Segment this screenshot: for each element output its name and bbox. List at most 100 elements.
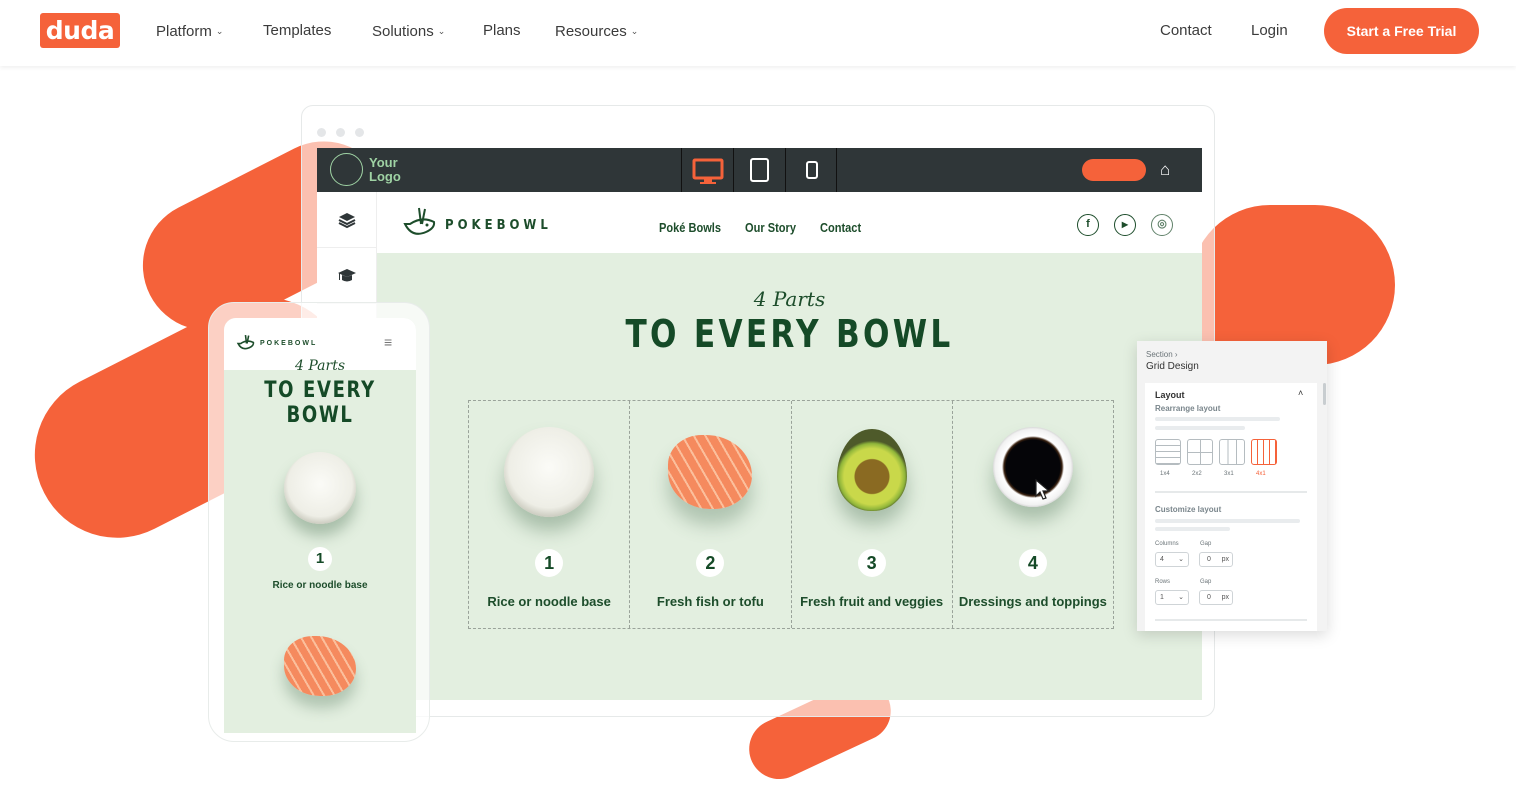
top-navigation: duda Platform ⌄ Templates Solutions ⌄ Plan… xyxy=(0,0,1516,66)
placeholder-bar xyxy=(1155,417,1280,421)
layout-2x2-option[interactable] xyxy=(1187,439,1213,465)
site-header: POKEBOWL Poké Bowls Our Story Contact f … xyxy=(377,192,1202,253)
nav-templates[interactable]: Templates xyxy=(263,21,331,41)
divider xyxy=(1155,491,1307,493)
pokebowl-fish-logo-icon xyxy=(403,207,436,235)
layout-4x1-option[interactable] xyxy=(1251,439,1277,465)
window-dots xyxy=(317,124,374,142)
step-number: 1 xyxy=(535,549,564,577)
rows-select[interactable]: 1 ⌄ xyxy=(1155,590,1189,605)
nav-solutions-label: Solutions xyxy=(372,23,434,40)
layout-1x4-option[interactable] xyxy=(1155,439,1181,465)
facebook-icon[interactable]: f xyxy=(1077,214,1099,236)
chevron-down-icon: ⌄ xyxy=(1178,556,1184,563)
publish-button[interactable] xyxy=(1082,159,1146,181)
placeholder-bar xyxy=(1155,519,1300,523)
layout-section: Layout ˄ Rearrange layout 1x4 2x2 3x1 4x… xyxy=(1145,383,1317,631)
grid-cell[interactable]: 1 Rice or noodle base xyxy=(469,401,631,628)
mobile-step-number: 1 xyxy=(308,547,332,571)
site-nav-our-story[interactable]: Our Story xyxy=(745,220,796,235)
rice-bowl-image xyxy=(504,427,595,517)
mobile-headline: TO EVERY BOWL xyxy=(264,378,376,428)
layout-label: 3x1 xyxy=(1224,471,1234,477)
mouse-cursor-icon xyxy=(1035,479,1051,500)
your-logo-text: Your Logo xyxy=(369,156,401,184)
panel-breadcrumb[interactable]: Section › xyxy=(1146,350,1178,359)
layout-label: 1x4 xyxy=(1160,471,1170,477)
panel-scrollbar[interactable] xyxy=(1323,383,1326,405)
chevron-down-icon: ⌄ xyxy=(630,26,639,36)
collapse-chevron-icon[interactable]: ˄ xyxy=(1298,388,1303,398)
layers-tool[interactable] xyxy=(317,192,376,248)
grid-cell[interactable]: 4 Dressings and toppings xyxy=(953,401,1113,628)
mobile-salmon-image xyxy=(284,636,356,696)
nav-platform-label: Platform xyxy=(156,23,212,40)
soy-sauce-image xyxy=(992,427,1073,507)
site-preview: POKEBOWL Poké Bowls Our Story Contact f … xyxy=(377,192,1202,700)
instagram-icon[interactable]: ◎ xyxy=(1151,214,1173,236)
column-gap-input[interactable]: 0 px xyxy=(1199,552,1233,567)
window-dot xyxy=(355,128,364,137)
layout-label: 2x2 xyxy=(1192,471,1202,477)
nav-resources[interactable]: Resources ⌄ xyxy=(555,21,638,42)
graduation-cap-icon xyxy=(337,268,356,281)
duda-logo[interactable]: duda xyxy=(40,13,120,48)
columns-value: 4 xyxy=(1160,556,1164,563)
step-number: 2 xyxy=(696,549,725,577)
site-nav-poke-bowls[interactable]: Poké Bowls xyxy=(659,220,721,235)
gap-label: Gap xyxy=(1200,579,1212,585)
column-gap-value: 0 xyxy=(1207,556,1211,563)
placeholder-bar xyxy=(1155,426,1245,430)
mobile-view-button[interactable] xyxy=(785,148,837,192)
gap-label: Gap xyxy=(1200,541,1212,547)
start-free-trial-button[interactable]: Start a Free Trial xyxy=(1324,8,1479,54)
hamburger-menu-icon[interactable]: ≡ xyxy=(384,334,392,350)
step-number: 3 xyxy=(857,549,886,577)
placeholder-bar xyxy=(1155,527,1230,531)
section-headline: TO EVERY BOWL xyxy=(625,312,954,356)
grid-cell[interactable]: 3 Fresh fruit and veggies xyxy=(792,401,953,628)
row-gap-input[interactable]: 0 px xyxy=(1199,590,1233,605)
ingredients-grid[interactable]: 1 Rice or noodle base 2 Fresh fish or to… xyxy=(468,400,1114,629)
academy-tool[interactable] xyxy=(317,248,376,304)
nav-plans[interactable]: Plans xyxy=(483,21,521,41)
home-icon[interactable]: ⌂ xyxy=(1160,160,1170,180)
pokebowl-fish-logo-icon xyxy=(236,334,255,350)
grid-design-panel: Section › Grid Design Layout ˄ Rearrange… xyxy=(1137,341,1327,631)
your-logo-icon xyxy=(330,153,363,186)
mobile-icon xyxy=(806,161,818,179)
grid-cell[interactable]: 2 Fresh fish or tofu xyxy=(630,401,792,628)
layout-label-selected: 4x1 xyxy=(1256,471,1266,477)
youtube-icon[interactable]: ▶ xyxy=(1114,214,1136,236)
salmon-image xyxy=(668,435,753,509)
site-brand-name: POKEBOWL xyxy=(445,218,552,233)
step-caption: Fresh fish or tofu xyxy=(656,594,764,609)
layout-3x1-option[interactable] xyxy=(1219,439,1245,465)
nav-resources-label: Resources xyxy=(555,23,627,40)
columns-select[interactable]: 4 ⌄ xyxy=(1155,552,1189,567)
panel-title: Grid Design xyxy=(1146,361,1199,372)
nav-login[interactable]: Login xyxy=(1251,21,1288,41)
chevron-down-icon: ⌄ xyxy=(215,26,224,36)
rearrange-layout-label: Rearrange layout xyxy=(1155,404,1221,413)
tablet-icon xyxy=(750,158,769,182)
divider xyxy=(1155,619,1307,621)
columns-label: Columns xyxy=(1155,541,1179,547)
logo-line-2: Logo xyxy=(369,169,401,184)
tablet-view-button[interactable] xyxy=(733,148,785,192)
unit-label: px xyxy=(1221,556,1229,563)
nav-contact[interactable]: Contact xyxy=(1160,21,1212,41)
nav-platform[interactable]: Platform ⌄ xyxy=(156,21,223,42)
site-nav-contact[interactable]: Contact xyxy=(820,220,861,235)
rows-label: Rows xyxy=(1155,579,1171,585)
desktop-view-button[interactable] xyxy=(681,148,733,192)
nav-solutions[interactable]: Solutions ⌄ xyxy=(372,21,445,42)
customize-layout-label: Customize layout xyxy=(1155,505,1222,514)
step-caption: Fresh fruit and veggies xyxy=(800,594,944,609)
rows-value: 1 xyxy=(1160,594,1164,601)
mobile-step-caption: Rice or noodle base xyxy=(272,580,368,591)
row-gap-value: 0 xyxy=(1207,594,1211,601)
logo-line-1: Your xyxy=(369,155,398,170)
window-dot xyxy=(336,128,345,137)
mobile-brand-name: POKEBOWL xyxy=(260,340,318,347)
